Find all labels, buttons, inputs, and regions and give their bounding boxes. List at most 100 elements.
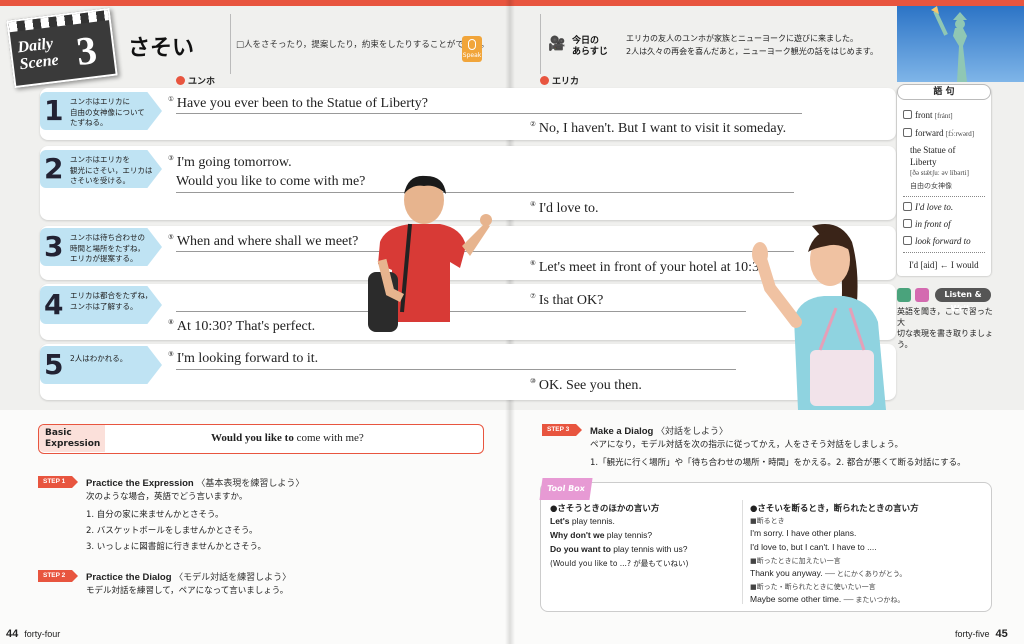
speaker-marker-icon — [176, 76, 185, 85]
toolbox-left-1: Let's play tennis. — [550, 516, 615, 526]
page-number-right: forty-five 45 — [955, 628, 1008, 640]
vocab-phrase-2: in front of — [903, 219, 951, 229]
line-number: ① — [168, 96, 174, 103]
vocab-item-statue-phonetic: [ðə stǽtʃuː əv líbərti] — [910, 169, 969, 177]
situation-line: 2人はわかれる。 — [70, 354, 128, 363]
situation-line: ユンホはエリカに — [70, 97, 130, 106]
row-number-1: 1 ユンホはエリカに 自由の女神像について たずねる。 — [40, 92, 162, 130]
vocab-phrase-1: I'd love to. — [903, 202, 953, 212]
step-title-en: Make a Dialog — [590, 426, 654, 437]
speaker-yunho: ユンホ — [176, 74, 215, 87]
textbook-spread: Daily Scene 3 さそい □人をさそったり，提案したり，約束をしたりする… — [0, 0, 1024, 644]
toolbox-left-3: Do you want to play tennis with us? — [550, 544, 687, 554]
vocab-note: I'd [aid] ← I would — [909, 260, 979, 270]
line-number: ⑨ — [168, 351, 174, 358]
checkbox-icon — [903, 128, 912, 137]
yunho-photo — [362, 172, 494, 342]
vocab-meaning: 自由の女神像 — [910, 182, 952, 190]
vocab-phonetic: [fránt] — [934, 112, 953, 120]
page-title: さそい — [128, 36, 195, 61]
line-text: No, I haven't. But I want to visit it so… — [538, 121, 787, 136]
basic-expression-box: Basic Expression Would you like to come w… — [38, 424, 484, 454]
page-word: forty-four — [24, 629, 61, 639]
toolbox-right-1: I'm sorry. I have other plans. — [750, 528, 857, 538]
line-text: Let's meet in front of your hotel at 10:… — [538, 260, 770, 275]
step-title: Make a Dialog 〈対話をしよう〉 — [590, 424, 728, 437]
phrase-bold: Let's — [550, 516, 570, 526]
row-situation: エリカは都合をたずね， ユンホは了解する。 — [70, 291, 152, 312]
dialog-line-5: ⑤ When and where shall we meet? — [168, 233, 358, 250]
erika-photo — [740, 218, 898, 410]
vocabulary-heading: 語 句 — [897, 84, 991, 100]
movie-camera-icon: 🎥 — [548, 36, 566, 52]
situation-line: 観光にさそい，エリカは — [70, 165, 153, 175]
vocab-phrase: look forward to — [915, 236, 971, 246]
step-title-jp: 〈モデル対話を練習しよう〉 — [174, 572, 292, 582]
note-line: 切な表現を書き取りましょう。 — [897, 329, 993, 349]
step-tag: STEP 1 — [38, 476, 78, 488]
dialog-line-2: ② No, I haven't. But I want to visit it s… — [530, 120, 786, 137]
page-num: 45 — [995, 628, 1008, 640]
key-phrase: Would you like to — [211, 432, 294, 444]
speaker-marker-icon — [540, 76, 549, 85]
synopsis-divider — [540, 14, 541, 74]
line-number: ⑦ — [530, 293, 536, 300]
toolbox-right-sub3: ■断った・断られたときに使いたい一言 — [750, 583, 876, 591]
speaker-erika-label: エリカ — [552, 77, 580, 87]
dialog-line-3: ③ I'm going tomorrow. — [168, 154, 292, 171]
synopsis-text: エリカの友人のユンホが家族とニューヨークに遊びに来ました。 2人は久々の再会を喜ん… — [626, 32, 894, 58]
vocab-item-forward: forward [fɔ́ːrwərd] — [903, 128, 974, 138]
line-text: At 10:30? That's perfect. — [176, 319, 316, 334]
vocab-phrase: I'd love to. — [915, 202, 954, 212]
step-title: Practice the Dialog 〈モデル対話を練習しよう〉 — [86, 570, 291, 583]
line-number: ⑤ — [168, 234, 174, 241]
step-title-jp: 〈対話をしよう〉 — [656, 426, 729, 436]
line-text: I'd love to. — [538, 201, 599, 216]
row-number-5: 5 2人はわかれる。 — [40, 346, 162, 384]
speaker-yunho-label: ユンホ — [188, 77, 216, 87]
dialog-line-4: ④ I'd love to. — [530, 200, 599, 217]
basic-expression-sentence: Would you like to come with me? — [211, 432, 364, 444]
dialog-line-1: ① Have you ever been to the Statue of Lib… — [168, 95, 428, 112]
dialog-line-7: ⑦ Is that OK? — [530, 292, 603, 309]
step-1-item-2: 2. バスケットボールをしませんかとさそう。 — [86, 526, 258, 536]
toolbox-right-heading: ●さそいを断るとき，断られたときの言い方 — [750, 504, 919, 514]
dialog-line-6: ⑥ Let's meet in front of your hotel at 10… — [530, 259, 770, 276]
write-icon — [915, 288, 929, 302]
listen-write-badge: Listen & Write — [897, 288, 997, 313]
vocab-word: front — [915, 110, 933, 120]
line-number: ⑥ — [530, 260, 536, 267]
checkbox-icon — [903, 110, 912, 119]
synopsis-label: 今日の あらすじ — [572, 36, 618, 58]
microphone-icon — [468, 39, 476, 50]
row-number-3: 3 ユンホは待ち合わせの 時間と場所をたずね， エリカが提案する。 — [40, 228, 162, 266]
situation-line: エリカが提案する。 — [70, 254, 138, 263]
line-text: Is that OK? — [538, 293, 604, 308]
scene-number: 3 — [73, 26, 100, 75]
step-tag: STEP 2 — [38, 570, 78, 582]
speaker-erika: エリカ — [540, 74, 579, 87]
vocab-phrase-3: look forward to — [903, 236, 971, 246]
listen-icon — [897, 288, 911, 302]
tool-box-badge: Tool Box — [539, 478, 593, 500]
toolbox-left-heading: ●さそうときのほかの言い方 — [550, 504, 660, 514]
synopsis-label-line1: 今日の — [572, 36, 600, 46]
label-line: Basic — [45, 428, 72, 438]
situation-line: ユンホは了解する。 — [70, 301, 138, 311]
speak-label: Speak — [462, 52, 482, 59]
note-line: 英語を聞き，ここで習った大 — [897, 307, 993, 327]
line-text: I'm going tomorrow. — [176, 155, 292, 170]
basic-expression-label: Basic Expression — [39, 425, 105, 452]
step-1-intro: 次のような場合，英語でどう言いますか。 — [86, 492, 248, 502]
toolbox-left-2: Why don't we play tennis? — [550, 530, 652, 540]
label-line: Expression — [45, 439, 101, 449]
row-situation: 2人はわかれる。 — [70, 354, 127, 365]
toolbox-right-4: Maybe some other time. ── またいつかね。 — [750, 594, 904, 605]
step-3-intro: ペアになり，モデル対話を次の指示に従ってかえ，人をさそう対話をしましょう。 — [590, 440, 903, 450]
situation-line: たずねる。 — [70, 118, 108, 127]
phrase-rest: play tennis with us? — [610, 544, 688, 554]
row-number-value: 3 — [44, 230, 64, 263]
situation-line: 自由の女神像について — [70, 107, 145, 117]
step-tag: STEP 3 — [542, 424, 582, 436]
phrase: Thank you anyway. — [750, 568, 823, 578]
